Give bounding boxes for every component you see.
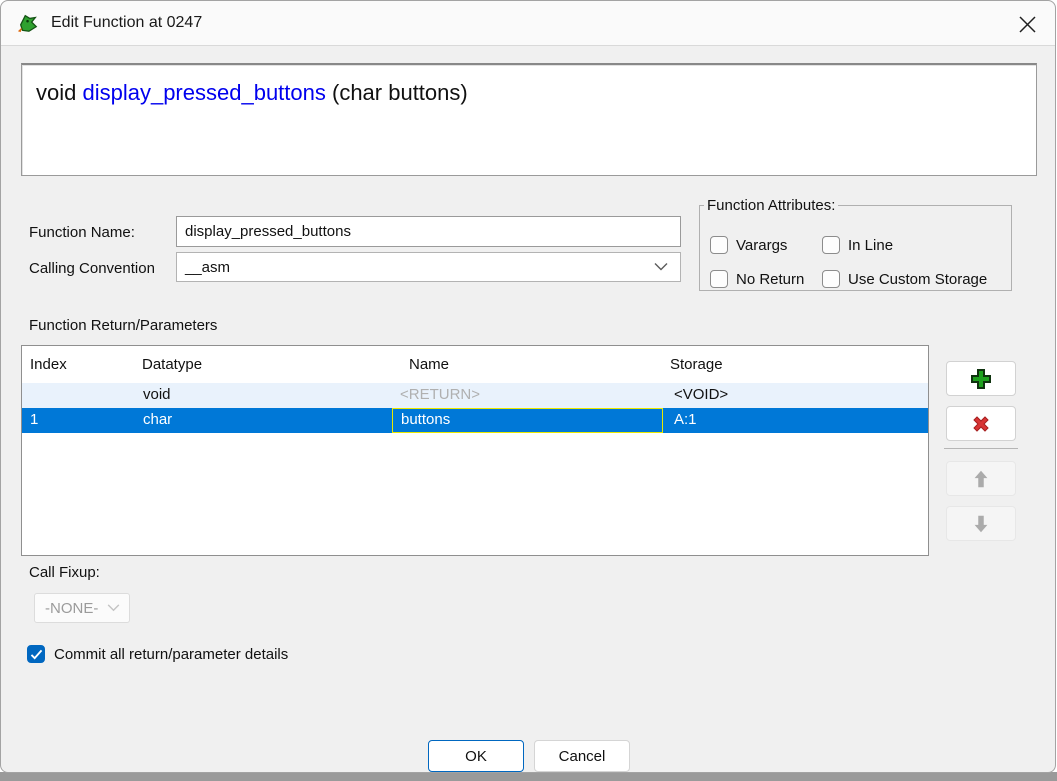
calling-convention-value: __asm [185,259,230,276]
signature-panel[interactable]: void display_pressed_buttons (char butto… [21,63,1037,176]
cell-name[interactable]: <RETURN> [392,383,663,408]
commit-label: Commit all return/parameter details [54,646,288,663]
checkbox-no-return[interactable]: No Return [710,270,804,288]
cell-name-focused[interactable]: buttons [392,408,663,433]
plus-icon [969,367,993,391]
function-name-input[interactable] [176,216,681,247]
cell-storage[interactable]: <VOID> [663,383,928,408]
checkmark-icon [30,649,43,660]
side-buttons-divider [944,448,1018,449]
signature-params: (char buttons) [326,80,468,105]
arrow-up-icon [970,468,992,490]
checkbox-varargs[interactable]: Varargs [710,236,787,254]
chevron-down-icon [654,263,668,272]
call-fixup-value: -NONE- [45,600,98,617]
add-parameter-button[interactable] [946,361,1016,396]
chevron-down-icon [107,604,120,612]
table-row-param-1[interactable]: 1 char buttons A:1 [22,408,928,433]
use-custom-storage-label: Use Custom Storage [848,271,987,288]
parameters-table-label: Function Return/Parameters [29,317,217,334]
arrow-down-icon [970,513,992,535]
function-attributes-title: Function Attributes: [704,197,838,214]
calling-convention-label: Calling Convention [29,260,155,277]
commit-details-row[interactable]: Commit all return/parameter details [27,645,288,663]
column-header-index[interactable]: Index [22,356,135,373]
function-attributes-group: Function Attributes: Varargs In Line No … [699,197,1012,291]
ghidra-dragon-icon [16,11,40,35]
window-bottom-edge [0,772,1057,781]
move-up-button[interactable] [946,461,1016,496]
call-fixup-label: Call Fixup: [29,564,100,581]
signature-return-type: void [36,80,82,105]
table-row-return[interactable]: void <RETURN> <VOID> [22,383,928,408]
move-down-button[interactable] [946,506,1016,541]
titlebar: Edit Function at 0247 [1,1,1055,46]
calling-convention-select[interactable]: __asm [176,252,681,282]
commit-checkbox[interactable] [27,645,45,663]
edit-function-dialog: Edit Function at 0247 void display_press… [0,0,1056,773]
column-header-datatype[interactable]: Datatype [135,356,392,373]
inline-checkbox-box[interactable] [822,236,840,254]
window-title: Edit Function at 0247 [51,14,202,32]
parameters-table: Index Datatype Name Storage void <RETURN… [21,345,929,556]
cancel-button[interactable]: Cancel [534,740,630,772]
function-signature: void display_pressed_buttons (char butto… [22,65,1036,106]
checkbox-inline[interactable]: In Line [822,236,893,254]
cell-datatype[interactable]: char [135,408,392,433]
column-header-name[interactable]: Name [392,356,663,373]
delete-parameter-button[interactable] [946,406,1016,441]
no-return-label: No Return [736,271,804,288]
table-header-row: Index Datatype Name Storage [22,346,928,383]
column-header-storage[interactable]: Storage [663,356,928,373]
cell-index[interactable]: 1 [22,408,135,433]
use-custom-storage-checkbox-box[interactable] [822,270,840,288]
cell-index[interactable] [22,383,135,408]
varargs-checkbox-box[interactable] [710,236,728,254]
inline-label: In Line [848,237,893,254]
checkbox-use-custom-storage[interactable]: Use Custom Storage [822,270,987,288]
red-x-icon [970,413,992,435]
signature-function-name: display_pressed_buttons [82,80,325,105]
close-icon[interactable] [1013,10,1041,38]
cell-storage[interactable]: A:1 [663,408,928,433]
ok-button[interactable]: OK [428,740,524,772]
no-return-checkbox-box[interactable] [710,270,728,288]
call-fixup-select[interactable]: -NONE- [34,593,130,623]
cell-datatype[interactable]: void [135,383,392,408]
varargs-label: Varargs [736,237,787,254]
function-name-label: Function Name: [29,224,135,241]
